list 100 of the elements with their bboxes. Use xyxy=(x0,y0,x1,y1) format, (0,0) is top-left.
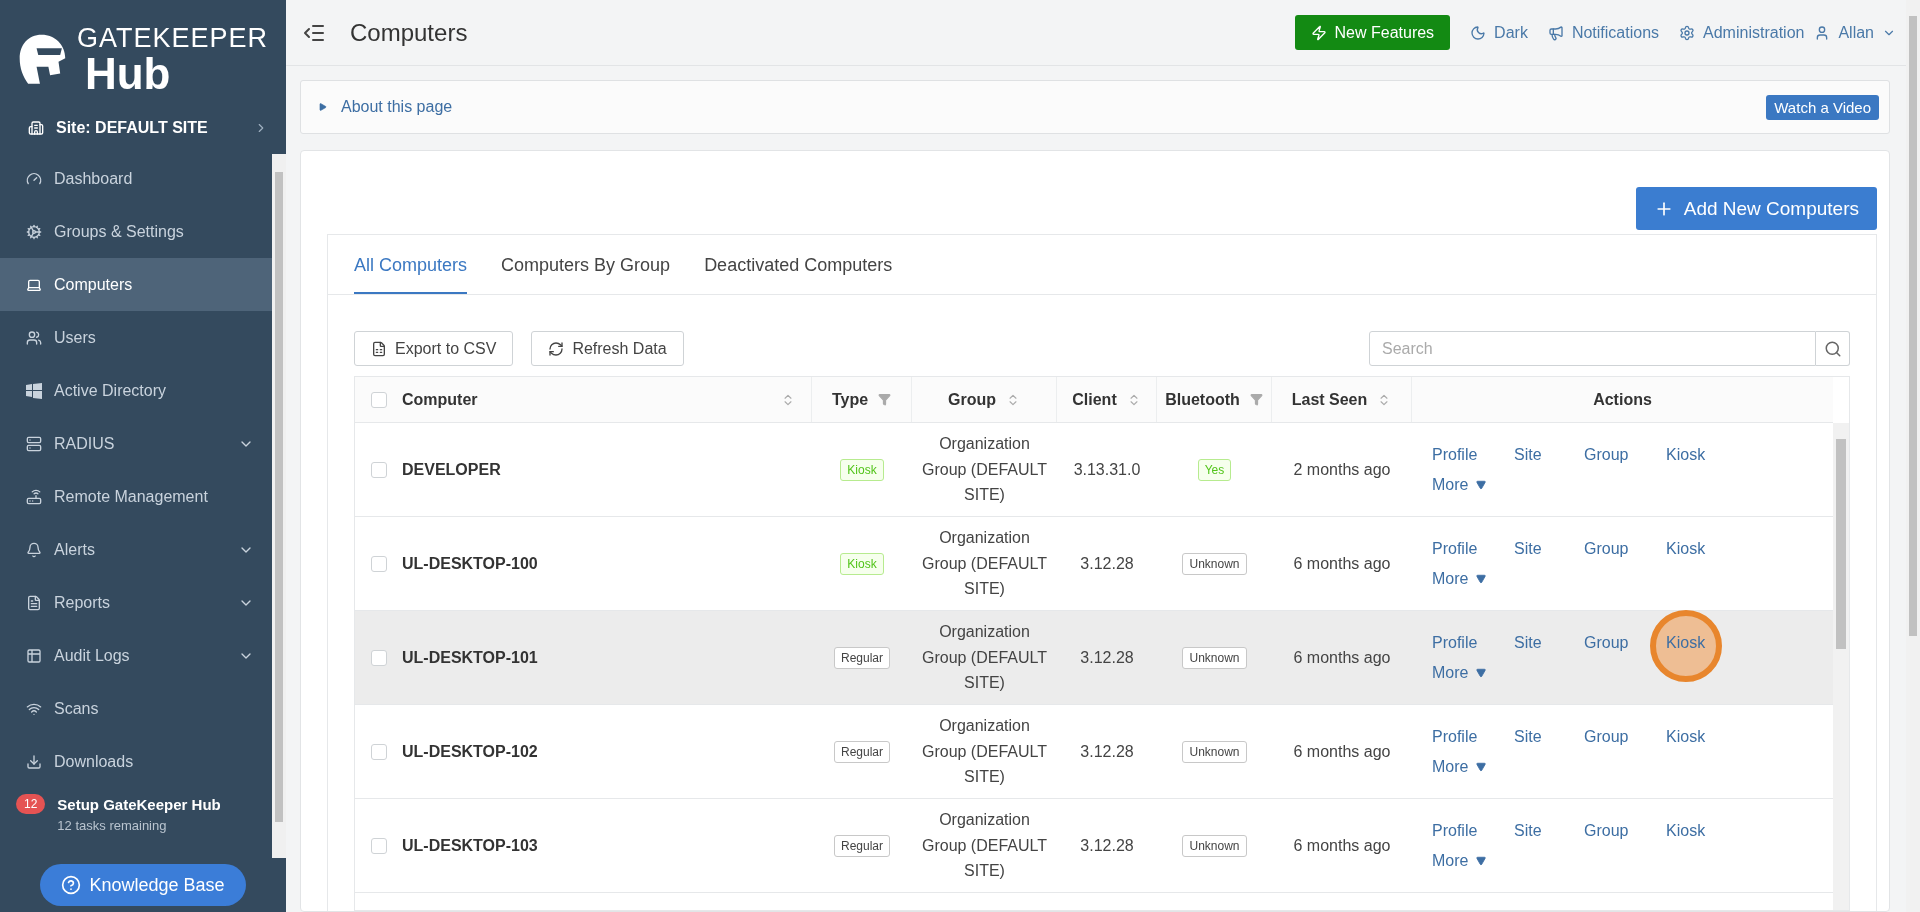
file-icon xyxy=(371,340,387,357)
action-link[interactable]: Kiosk xyxy=(1666,445,1706,464)
action-link[interactable]: Site xyxy=(1514,727,1542,746)
action-link[interactable]: Kiosk xyxy=(1666,821,1706,840)
caret-down-icon xyxy=(1476,667,1487,678)
tab[interactable]: All Computers xyxy=(354,235,468,294)
sidebar-item[interactable]: Computers xyxy=(0,258,272,311)
caret-right-icon[interactable] xyxy=(319,103,327,111)
sidebar-item[interactable]: Groups & Settings xyxy=(0,205,272,258)
moon-icon xyxy=(1470,24,1487,41)
client-version: 3.12.28 xyxy=(1079,647,1135,668)
sidebar-item[interactable]: Users xyxy=(0,311,272,364)
group-cell-text: Organization Group (DEFAULT SITE) xyxy=(920,810,1049,882)
row-checkbox[interactable] xyxy=(370,555,387,572)
row-checkbox[interactable] xyxy=(370,649,387,666)
type-tag: Kiosk xyxy=(840,458,884,481)
search-button[interactable] xyxy=(1816,331,1850,366)
action-link[interactable]: Kiosk xyxy=(1666,633,1706,652)
scrollbar[interactable] xyxy=(272,154,286,858)
action-link[interactable]: Profile xyxy=(1432,539,1478,558)
bluetooth-tag: Unknown xyxy=(1182,834,1247,857)
more-dropdown[interactable]: More xyxy=(1432,475,1487,494)
menu-item-icon xyxy=(26,753,42,770)
action-link[interactable]: Group xyxy=(1584,633,1629,652)
action-link[interactable]: Group xyxy=(1584,445,1629,464)
select-all-checkbox[interactable] xyxy=(370,391,387,408)
settings-icon xyxy=(1679,24,1696,41)
count-badge: 12 xyxy=(16,794,46,814)
table-row[interactable]: UL-DESKTOP-101 Regular Organization Group (DEFAULT SITE) 3.12.28 Unknown 6 months ago Profile Site Group Kiosk More xyxy=(355,611,1833,705)
client-version: 3.12.28 xyxy=(1079,835,1135,856)
bluetooth-tag: Unknown xyxy=(1182,552,1247,575)
sidebar-item[interactable]: Audit Logs xyxy=(0,629,272,682)
filter-icon[interactable] xyxy=(1249,393,1263,406)
menu-item-icon xyxy=(26,170,42,187)
computer-name: UL-DESKTOP-101 xyxy=(402,648,539,667)
knowledge-base-button[interactable]: Knowledge Base xyxy=(40,864,246,906)
client-version: 3.13.31.0 xyxy=(1072,459,1142,480)
refresh-button[interactable]: Refresh Data xyxy=(531,331,684,366)
lightning-icon xyxy=(1310,24,1327,41)
bluetooth-tag: Yes xyxy=(1197,458,1232,481)
tab[interactable]: Computers By Group xyxy=(501,235,671,294)
export-csv-button[interactable]: Export to CSV xyxy=(354,331,514,366)
action-link[interactable]: Site xyxy=(1514,633,1542,652)
menu-item-icon xyxy=(26,488,42,505)
search-icon xyxy=(1823,339,1842,358)
action-link[interactable]: Group xyxy=(1584,821,1629,840)
more-dropdown[interactable]: More xyxy=(1432,569,1487,588)
row-checkbox[interactable] xyxy=(370,837,387,854)
action-link[interactable]: Profile xyxy=(1432,633,1478,652)
windows-icon xyxy=(26,382,42,399)
caret-down-icon xyxy=(1476,855,1487,866)
filter-icon[interactable] xyxy=(878,393,892,406)
action-link[interactable]: Kiosk xyxy=(1666,539,1706,558)
refresh-icon xyxy=(548,340,565,357)
action-link[interactable]: Site xyxy=(1514,821,1542,840)
watch-video-button[interactable]: Watch a Video xyxy=(1766,94,1879,120)
tab[interactable]: Deactivated Computers xyxy=(704,235,893,294)
sidebar-item[interactable]: Scans xyxy=(0,682,272,735)
action-link[interactable]: Profile xyxy=(1432,821,1478,840)
sidebar-item[interactable]: Remote Management xyxy=(0,470,272,523)
bluetooth-tag: Unknown xyxy=(1182,740,1247,763)
action-link[interactable]: Site xyxy=(1514,445,1542,464)
more-dropdown[interactable]: More xyxy=(1432,663,1487,682)
column-header: Client xyxy=(1072,390,1117,409)
row-checkbox[interactable] xyxy=(370,743,387,760)
client-version: 3.12.28 xyxy=(1079,553,1135,574)
new-features-button[interactable]: New Features xyxy=(1294,15,1451,50)
last-seen: 6 months ago xyxy=(1292,835,1392,856)
search-field[interactable]: Search xyxy=(1369,331,1816,366)
setup-subtitle: 12 tasks remaining xyxy=(57,818,168,833)
site-selector[interactable]: Site: DEFAULT SITE xyxy=(56,119,242,137)
user-menu[interactable]: Allan xyxy=(1814,23,1896,42)
menu-item-icon xyxy=(26,329,42,346)
add-computers-button[interactable]: Add New Computers xyxy=(1635,187,1877,230)
more-dropdown[interactable]: More xyxy=(1432,757,1487,776)
row-checkbox[interactable] xyxy=(370,461,387,478)
dark-mode-link[interactable]: Dark xyxy=(1470,23,1528,42)
action-link[interactable]: Profile xyxy=(1432,727,1478,746)
action-link[interactable]: Site xyxy=(1514,539,1542,558)
action-link[interactable]: Profile xyxy=(1432,445,1478,464)
notifications-link[interactable]: Notifications xyxy=(1547,23,1660,42)
page-scrollbar[interactable] xyxy=(1906,0,1920,912)
action-link[interactable]: Kiosk xyxy=(1666,727,1706,746)
about-link[interactable]: About this page xyxy=(341,98,1753,116)
action-link[interactable]: Group xyxy=(1584,727,1629,746)
setup-title[interactable]: Setup GateKeeper Hub xyxy=(57,795,254,813)
sidebar-item[interactable]: Downloads xyxy=(0,735,272,788)
menu-item-icon xyxy=(26,435,42,452)
sidebar-item[interactable]: Dashboard xyxy=(0,152,272,205)
administration-link[interactable]: Administration xyxy=(1679,23,1805,42)
sidebar-item[interactable]: Reports xyxy=(0,576,272,629)
column-header: Type xyxy=(831,390,869,409)
sidebar-item[interactable]: Alerts xyxy=(0,523,272,576)
sidebar-item[interactable]: RADIUS xyxy=(0,417,272,470)
type-tag: Kiosk xyxy=(840,552,884,575)
table-scrollbar[interactable] xyxy=(1833,423,1849,910)
client-version: 3.12.28 xyxy=(1079,741,1135,762)
more-dropdown[interactable]: More xyxy=(1432,851,1487,870)
action-link[interactable]: Group xyxy=(1584,539,1629,558)
sidebar-item[interactable]: Active Directory xyxy=(0,364,272,417)
